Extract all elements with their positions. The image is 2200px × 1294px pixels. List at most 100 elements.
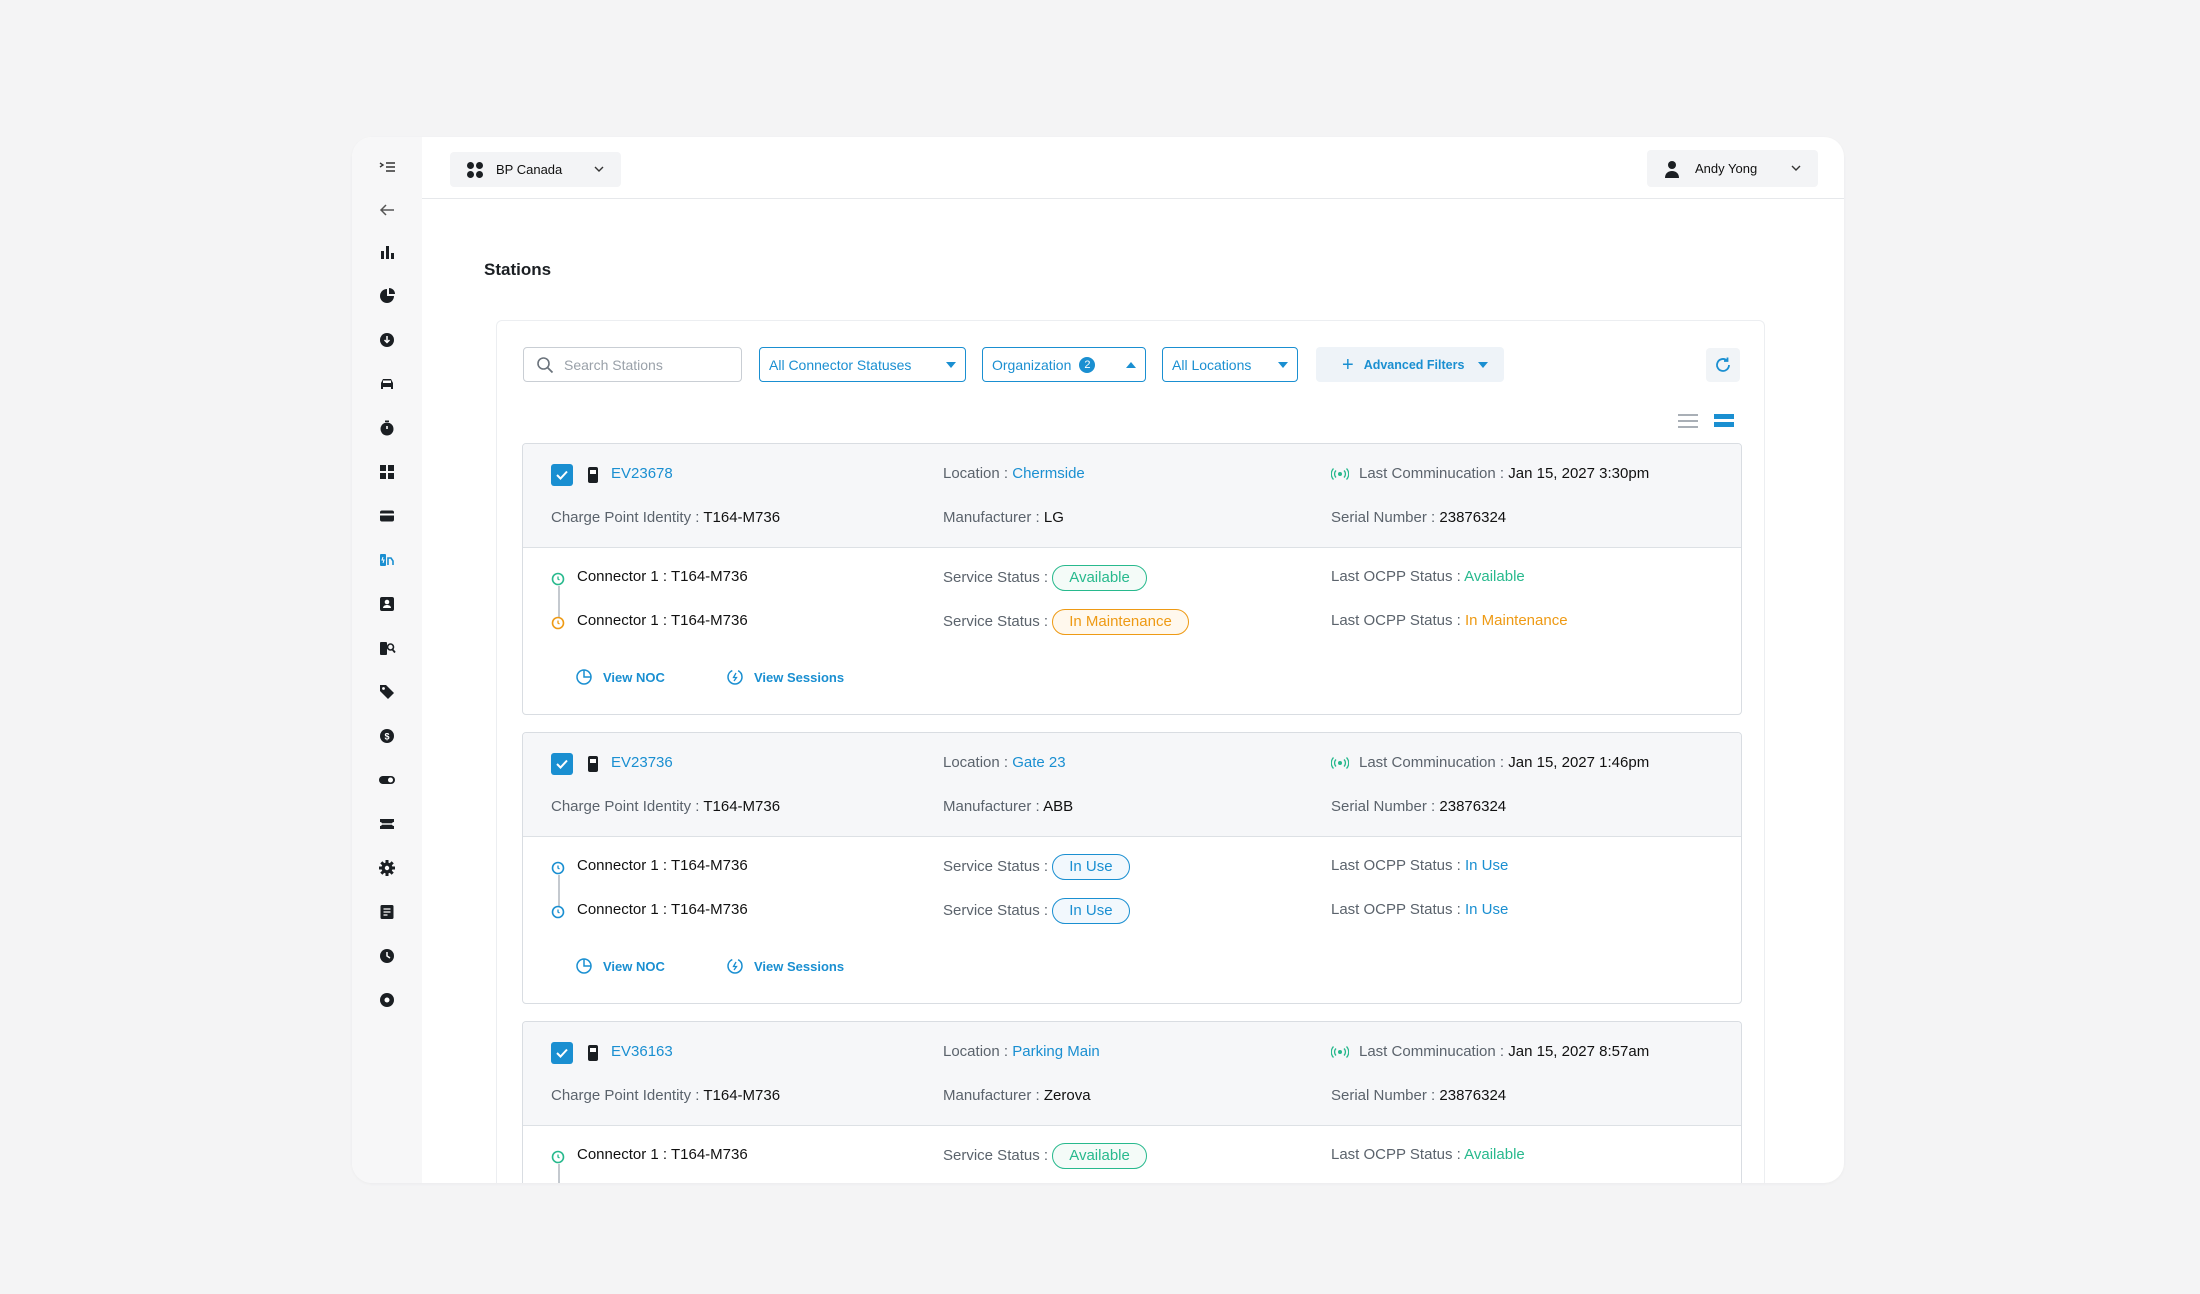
last-ocpp-status-label: Last OCPP Status	[1331, 857, 1453, 874]
sidebar-item-contacts[interactable]	[375, 592, 399, 616]
last-ocpp-status-label: Last OCPP Status	[1331, 568, 1453, 585]
signal-broadcast-icon	[1331, 1046, 1349, 1058]
sidebar-item-collapse-menu[interactable]	[375, 156, 399, 180]
label-separator: :	[1499, 754, 1505, 771]
station-select-checkbox[interactable]	[551, 1042, 573, 1064]
last-ocpp-status-value: In Maintenance	[1464, 612, 1568, 629]
connector-identity: T164-M736	[670, 568, 748, 585]
sidebar-item-settings-gear[interactable]	[375, 856, 399, 880]
label-separator: :	[1043, 858, 1049, 875]
serial-number-label: Serial Number	[1331, 1087, 1427, 1104]
label-separator: :	[1035, 798, 1040, 815]
sidebar-item-record[interactable]	[375, 988, 399, 1012]
connector-status-filter[interactable]: All Connector Statuses	[759, 347, 966, 382]
connector-row: Connector 1 : T164-M736	[577, 568, 748, 585]
user-icon	[1665, 160, 1679, 178]
connector-row: Connector 1 : T164-M736	[577, 612, 748, 629]
service-status-badge: In Use	[1052, 898, 1130, 924]
label-separator: :	[1499, 1043, 1505, 1060]
sidebar-item-ticket[interactable]	[375, 812, 399, 836]
station-select-checkbox[interactable]	[551, 753, 573, 775]
sidebar-item-back-arrow[interactable]	[375, 198, 399, 222]
location-link[interactable]: Parking Main	[1012, 1043, 1100, 1060]
list-view-toggle-icon[interactable]	[1678, 412, 1700, 430]
station-id-link[interactable]: EV23678	[611, 465, 673, 482]
station-select-checkbox[interactable]	[551, 464, 573, 486]
card-view-toggle-icon[interactable]	[1714, 412, 1736, 430]
advanced-filters-button[interactable]: + Advanced Filters	[1316, 347, 1504, 382]
connector-name: Connector 1	[577, 612, 659, 629]
sidebar-item-pie-chart[interactable]	[375, 284, 399, 308]
service-status-badge: Available	[1052, 1143, 1147, 1169]
sidebar-item-tag[interactable]	[375, 680, 399, 704]
service-status-label: Service Status	[943, 613, 1040, 630]
connector-identity: T164-M736	[670, 901, 748, 918]
manufacturer-label: Manufacturer	[943, 1087, 1032, 1104]
org-grid-icon	[467, 161, 483, 178]
serial-number-value: 23876324	[1439, 798, 1507, 815]
svg-text:$: $	[384, 732, 389, 742]
view-noc-label: View NOC	[603, 958, 665, 974]
refresh-button[interactable]	[1706, 348, 1740, 382]
connector-row: Connector 1 : T164-M736	[577, 901, 748, 918]
label-separator: :	[1431, 1087, 1436, 1104]
view-sessions-button[interactable]: View Sessions	[726, 957, 844, 975]
sidebar-item-timer[interactable]	[375, 416, 399, 440]
view-noc-label: View NOC	[603, 669, 665, 685]
locations-filter[interactable]: All Locations	[1162, 347, 1298, 382]
search-input[interactable]	[564, 356, 724, 373]
caret-up-icon	[1126, 361, 1136, 368]
page-title: Stations	[484, 260, 552, 279]
sidebar-item-car[interactable]	[375, 372, 399, 396]
label-separator: :	[695, 1087, 700, 1104]
label-separator: :	[662, 1146, 668, 1163]
contacts-icon	[380, 597, 394, 611]
sidebar-item-dollar[interactable]: $	[375, 724, 399, 748]
sidebar-item-document[interactable]	[375, 900, 399, 924]
signal-broadcast-icon	[1331, 468, 1349, 480]
last-ocpp-status-label: Last OCPP Status	[1331, 612, 1453, 629]
connector-link-line	[558, 1164, 560, 1183]
sidebar-item-history[interactable]	[375, 944, 399, 968]
settings-gear-icon	[379, 860, 395, 876]
station-id-link[interactable]: EV23736	[611, 754, 673, 771]
sidebar-item-payment-card[interactable]	[375, 504, 399, 528]
sidebar-item-bar-chart[interactable]	[375, 240, 399, 264]
dashboard-grid-icon	[380, 465, 394, 479]
sidebar-item-toggle[interactable]	[375, 768, 399, 792]
location-link[interactable]: Chermside	[1012, 465, 1085, 482]
location-link[interactable]: Gate 23	[1012, 754, 1065, 771]
sessions-icon	[727, 958, 743, 974]
connector-status-dot-icon	[551, 616, 565, 630]
pie-chart-icon	[576, 669, 592, 685]
manufacturer-value: ABB	[1043, 798, 1074, 815]
sidebar-item-dashboard-grid[interactable]	[375, 460, 399, 484]
label-separator: :	[1456, 901, 1461, 918]
service-status-badge: Available	[1052, 565, 1147, 591]
search-field[interactable]	[523, 347, 742, 382]
org-switcher[interactable]: BP Canada	[450, 152, 621, 187]
sidebar-item-fuel-search[interactable]	[375, 636, 399, 660]
connector-identity: T164-M736	[670, 857, 748, 874]
last-communication-value: Jan 15, 2027 8:57am	[1508, 1043, 1650, 1060]
download-icon	[380, 333, 394, 347]
sidebar-item-stations[interactable]	[375, 548, 399, 572]
last-ocpp-status-label: Last OCPP Status	[1331, 1146, 1453, 1163]
charger-icon	[588, 467, 598, 483]
user-menu[interactable]: Andy Yong	[1647, 150, 1818, 187]
charge-point-identity-label: Charge Point Identity	[551, 798, 692, 815]
charger-icon	[588, 756, 598, 772]
view-sessions-button[interactable]: View Sessions	[726, 668, 844, 686]
view-noc-button[interactable]: View NOC	[575, 668, 665, 686]
organization-filter[interactable]: Organization 2	[982, 347, 1146, 382]
view-noc-button[interactable]: View NOC	[575, 957, 665, 975]
serial-number-value: 23876324	[1439, 1087, 1507, 1104]
station-card: EV23678 Charge Point Identity : T164-M736…	[522, 443, 1742, 715]
label-separator: :	[1043, 1147, 1049, 1164]
chevron-down-icon	[1791, 165, 1801, 171]
sidebar-item-download[interactable]	[375, 328, 399, 352]
connector-status-dot-icon	[551, 861, 565, 875]
last-communication-value: Jan 15, 2027 1:46pm	[1508, 754, 1650, 771]
station-id-link[interactable]: EV36163	[611, 1043, 673, 1060]
location-label: Location	[943, 754, 1000, 771]
